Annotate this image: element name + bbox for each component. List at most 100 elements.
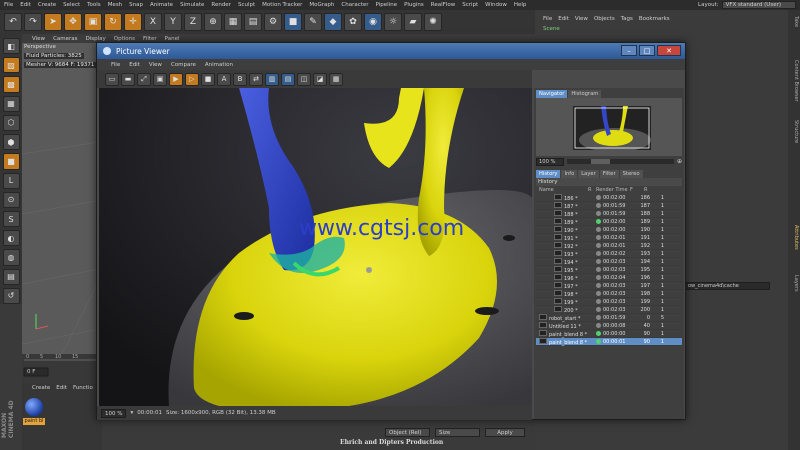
menu-item-pipeline[interactable]: Pipeline bbox=[376, 2, 398, 8]
y-axis-icon[interactable]: Y bbox=[164, 13, 182, 31]
menu-item-mograph[interactable]: MoGraph bbox=[309, 2, 334, 8]
tab-stereo[interactable]: Stereo bbox=[619, 170, 643, 178]
tab-layer[interactable]: Layer bbox=[578, 170, 599, 178]
layout-dropdown[interactable]: VFX standard (User) bbox=[721, 1, 796, 9]
side-tab-content-browser[interactable]: Content Browser bbox=[789, 60, 799, 102]
tab-history[interactable]: History bbox=[536, 170, 561, 178]
cache-path-field[interactable]: ow_cinema4d\cache bbox=[685, 282, 770, 290]
menu-item-tools[interactable]: Tools bbox=[87, 2, 101, 8]
zoom-dropdown-icon[interactable]: ▾ bbox=[130, 410, 133, 416]
difference-icon[interactable]: ◫ bbox=[297, 72, 311, 86]
minimize-icon[interactable]: – bbox=[621, 45, 637, 56]
save-icon[interactable]: ▬ bbox=[121, 72, 135, 86]
material-preview-ball[interactable] bbox=[25, 398, 43, 416]
ab-swap-icon[interactable]: ⇄ bbox=[249, 72, 263, 86]
workplane-icon[interactable]: ▦ bbox=[2, 95, 20, 112]
object-menu-item-edit[interactable]: Edit bbox=[558, 16, 569, 22]
viewport-menu-item-filter[interactable]: Filter bbox=[143, 36, 157, 42]
redo-icon[interactable]: ↷ bbox=[24, 13, 42, 31]
compare-a-icon[interactable]: A bbox=[217, 72, 231, 86]
navigator-zoom-slider[interactable] bbox=[567, 159, 674, 164]
scene-icon[interactable]: ☼ bbox=[384, 13, 402, 31]
compare-b-icon[interactable]: B bbox=[233, 72, 247, 86]
viewport-menu-item-panel[interactable]: Panel bbox=[165, 36, 180, 42]
maximize-icon[interactable]: □ bbox=[639, 45, 655, 56]
tab-filter[interactable]: Filter bbox=[599, 170, 619, 178]
navigator-preview[interactable] bbox=[536, 98, 682, 156]
coord-mode-dropdown[interactable]: Object (Rel) bbox=[385, 428, 430, 437]
array-icon[interactable]: ✿ bbox=[344, 13, 362, 31]
menu-item-script[interactable]: Script bbox=[462, 2, 478, 8]
x-axis-icon[interactable]: X bbox=[144, 13, 162, 31]
navigator-zoom-field[interactable]: 100 % bbox=[536, 157, 564, 166]
stop-icon[interactable]: ■ bbox=[201, 72, 215, 86]
pv-menu-item-view[interactable]: View bbox=[149, 62, 162, 68]
cube-icon[interactable]: ■ bbox=[284, 13, 302, 31]
layout-selector[interactable]: Layout: VFX standard (User) bbox=[698, 1, 796, 9]
zoom-in-icon[interactable]: ⊕ bbox=[677, 158, 682, 165]
close-icon[interactable]: ✕ bbox=[657, 45, 681, 56]
fullscreen-icon[interactable]: ▣ bbox=[153, 72, 167, 86]
tab-histogram[interactable]: Histogram bbox=[568, 90, 602, 98]
menu-item-animate[interactable]: Animate bbox=[150, 2, 173, 8]
pv-menu-item-file[interactable]: File bbox=[111, 62, 120, 68]
material-menu-item-create[interactable]: Create bbox=[32, 385, 50, 391]
split-horizontal-icon[interactable]: ▤ bbox=[281, 72, 295, 86]
col-f[interactable]: F bbox=[630, 187, 644, 194]
object-menu-item-file[interactable]: File bbox=[543, 16, 552, 22]
side-tab-structure[interactable]: Structure bbox=[789, 120, 799, 143]
tab-info[interactable]: Info bbox=[561, 170, 578, 178]
fit-icon[interactable]: ⤢ bbox=[137, 72, 151, 86]
rotate-tool-icon[interactable]: ↻ bbox=[104, 13, 122, 31]
render-icon[interactable]: ▶ bbox=[169, 72, 183, 86]
grid-icon[interactable]: ▤ bbox=[2, 268, 20, 285]
col-render-time[interactable]: Render Time bbox=[596, 187, 630, 194]
material-name[interactable]: paint bl bbox=[23, 418, 45, 425]
pv-menu-item-animation[interactable]: Animation bbox=[205, 62, 233, 68]
menu-item-motion-tracker[interactable]: Motion Tracker bbox=[262, 2, 302, 8]
coord-system-icon[interactable]: ⊕ bbox=[204, 13, 222, 31]
tweak-mode-icon[interactable]: ⊙ bbox=[2, 191, 20, 208]
side-tab-take[interactable]: Take bbox=[789, 16, 799, 27]
menu-item-realflow[interactable]: RealFlow bbox=[431, 2, 455, 8]
tab-navigator[interactable]: Navigator bbox=[536, 90, 568, 98]
texture-mode-icon[interactable]: ▩ bbox=[2, 76, 20, 93]
col-r2[interactable]: R bbox=[644, 187, 658, 194]
object-menu-item-tags[interactable]: Tags bbox=[621, 16, 633, 22]
lock-icon[interactable]: ↺ bbox=[2, 287, 20, 305]
material-menu-item-edit[interactable]: Edit bbox=[56, 385, 67, 391]
pv-menu-item-compare[interactable]: Compare bbox=[171, 62, 196, 68]
menu-item-window[interactable]: Window bbox=[485, 2, 507, 8]
grid-view-icon[interactable]: ▦ bbox=[329, 72, 343, 86]
render-settings-icon[interactable]: ⚙ bbox=[264, 13, 282, 31]
light-icon[interactable]: ✺ bbox=[424, 13, 442, 31]
axis-mode-icon[interactable]: L bbox=[2, 172, 20, 189]
undo-icon[interactable]: ↶ bbox=[4, 13, 22, 31]
scene-object[interactable]: Scene bbox=[543, 26, 560, 32]
deformer-icon[interactable]: ◉ bbox=[364, 13, 382, 31]
split-vertical-icon[interactable]: ▥ bbox=[265, 72, 279, 86]
object-menu-item-bookmarks[interactable]: Bookmarks bbox=[639, 16, 670, 22]
zoom-field[interactable]: 100 % bbox=[101, 408, 127, 418]
snap-icon[interactable]: S bbox=[2, 210, 20, 228]
subdivision-icon[interactable]: ◆ bbox=[324, 13, 342, 31]
menu-item-character[interactable]: Character bbox=[341, 2, 368, 8]
points-mode-icon[interactable]: ⬡ bbox=[2, 114, 20, 132]
menu-item-file[interactable]: File bbox=[4, 2, 13, 8]
edges-mode-icon[interactable]: ⬢ bbox=[2, 134, 20, 151]
col-r[interactable]: R bbox=[588, 187, 596, 194]
menu-item-snap[interactable]: Snap bbox=[129, 2, 143, 8]
size-mode-dropdown[interactable]: Size bbox=[435, 428, 480, 437]
object-menu-item-view[interactable]: View bbox=[575, 16, 588, 22]
picture-viewer-titlebar[interactable]: Picture Viewer – □ ✕ bbox=[97, 43, 685, 59]
menu-item-create[interactable]: Create bbox=[38, 2, 56, 8]
side-tab-attributes[interactable]: Attributes bbox=[789, 225, 799, 250]
scale-tool-icon[interactable]: ▣ bbox=[84, 13, 102, 31]
object-menu-item-objects[interactable]: Objects bbox=[594, 16, 615, 22]
history-row[interactable]: paint_blend 8 * 00:00:01 90 1 bbox=[536, 337, 682, 346]
solo-icon[interactable]: ◍ bbox=[2, 249, 20, 266]
menu-item-sculpt[interactable]: Sculpt bbox=[238, 2, 255, 8]
viewport-menu-item-options[interactable]: Options bbox=[114, 36, 135, 42]
menu-item-edit[interactable]: Edit bbox=[20, 2, 31, 8]
live-select-icon[interactable]: ✛ bbox=[124, 13, 142, 31]
